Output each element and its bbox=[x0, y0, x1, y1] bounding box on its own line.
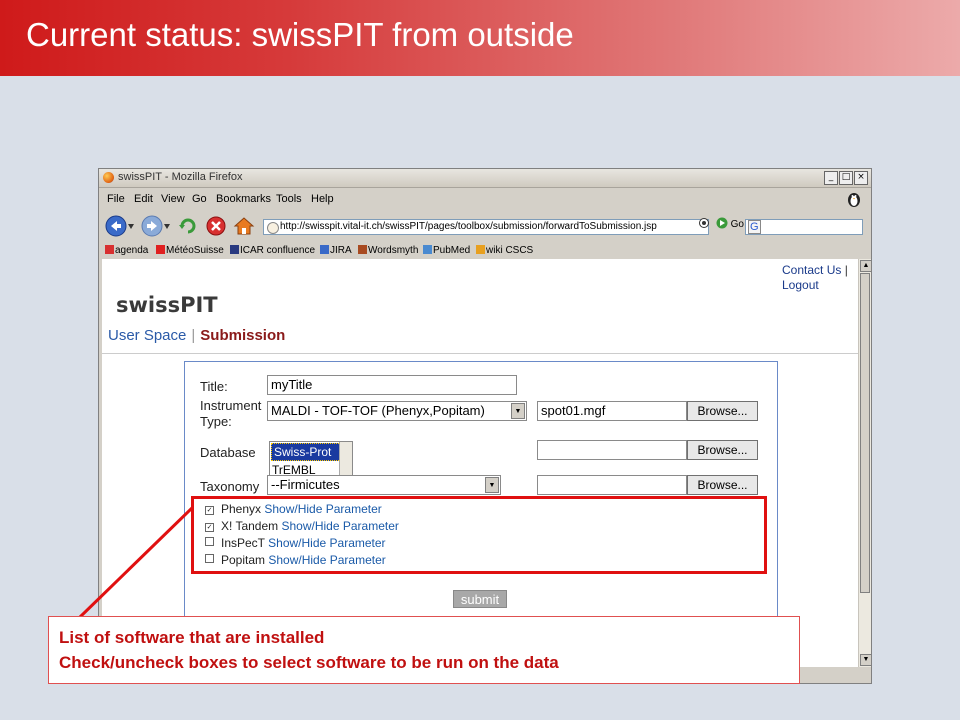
scroll-down-icon[interactable]: ▼ bbox=[860, 654, 871, 666]
slide-header: Current status: swissPIT from outside bbox=[0, 0, 960, 76]
database-label: Database bbox=[200, 445, 256, 460]
page-scrollbar[interactable]: ▲ ▼ bbox=[858, 259, 871, 667]
logout-link[interactable]: Logout bbox=[782, 278, 819, 292]
browser-window: swissPIT - Mozilla Firefox _ □ × File Ed… bbox=[98, 168, 872, 684]
stop-icon[interactable] bbox=[205, 215, 227, 237]
taxonomy-label: Taxonomy bbox=[200, 479, 260, 494]
chevron-down-icon: ▼ bbox=[485, 477, 499, 493]
menu-go[interactable]: Go bbox=[192, 193, 207, 205]
page-tabs: User Space | Submission bbox=[108, 327, 285, 344]
callout-text: List of software that are installed Chec… bbox=[59, 625, 559, 675]
instrument-select[interactable]: MALDI - TOF-TOF (Phenyx,Popitam) ▼ bbox=[267, 401, 527, 421]
icar-icon bbox=[230, 245, 239, 254]
window-title: swissPIT - Mozilla Firefox bbox=[118, 171, 243, 183]
file-input-3[interactable] bbox=[537, 475, 687, 495]
search-box[interactable]: G bbox=[745, 219, 863, 235]
back-icon[interactable] bbox=[105, 215, 127, 237]
go-button[interactable]: Go bbox=[699, 217, 744, 230]
scroll-thumb[interactable] bbox=[860, 273, 870, 593]
forward-icon[interactable] bbox=[141, 215, 163, 237]
menu-bookmarks[interactable]: Bookmarks bbox=[216, 193, 271, 205]
go-icon bbox=[699, 218, 709, 228]
bookmark-pubmed[interactable]: PubMed bbox=[423, 245, 470, 256]
callout-box: List of software that are installed Chec… bbox=[48, 616, 800, 684]
top-links-separator: | bbox=[844, 263, 848, 277]
title-label: Title: bbox=[200, 379, 228, 394]
bookmark-icar[interactable]: ICAR confluence bbox=[230, 245, 315, 256]
swiss-flag-icon bbox=[156, 245, 165, 254]
bookmark-jira[interactable]: JIRA bbox=[320, 245, 352, 256]
instrument-label-1: Instrument bbox=[200, 398, 262, 413]
database-listbox[interactable]: Swiss-Prot TrEMBL bbox=[269, 441, 353, 479]
menu-tools[interactable]: Tools bbox=[276, 193, 302, 205]
software-highlight-box bbox=[191, 496, 767, 574]
address-url: http://swisspit.vital-it.ch/swissPIT/pag… bbox=[280, 221, 657, 232]
address-bar[interactable]: http://swisspit.vital-it.ch/swissPIT/pag… bbox=[263, 219, 709, 235]
pubmed-icon bbox=[423, 245, 432, 254]
chevron-down-icon: ▼ bbox=[511, 403, 525, 419]
bookmark-meteosuisse[interactable]: MétéoSuisse bbox=[156, 245, 224, 256]
bookmark-wiki-cscs[interactable]: wiki CSCS bbox=[476, 245, 533, 256]
minimize-button[interactable]: _ bbox=[824, 171, 838, 185]
firefox-icon bbox=[103, 172, 114, 183]
back-dropdown-icon[interactable] bbox=[128, 224, 134, 229]
wordsmyth-icon bbox=[358, 245, 367, 254]
instrument-value: MALDI - TOF-TOF (Phenyx,Popitam) bbox=[271, 403, 485, 418]
title-input[interactable]: myTitle bbox=[267, 375, 517, 395]
taxonomy-select[interactable]: --Firmicutes ▼ bbox=[267, 475, 501, 495]
window-controls: _ □ × bbox=[824, 171, 868, 185]
site-brand: swissPIT bbox=[116, 293, 218, 317]
forward-dropdown-icon[interactable] bbox=[164, 224, 170, 229]
callout-line-1: List of software that are installed bbox=[59, 628, 325, 647]
reload-icon[interactable] bbox=[177, 215, 199, 237]
scroll-up-icon[interactable]: ▲ bbox=[860, 260, 871, 272]
penguin-icon bbox=[848, 193, 860, 207]
bookmark-agenda[interactable]: agenda bbox=[105, 245, 148, 256]
maximize-button[interactable]: □ bbox=[839, 171, 853, 185]
jira-icon bbox=[320, 245, 329, 254]
file-input-2[interactable] bbox=[537, 440, 687, 460]
menu-edit[interactable]: Edit bbox=[134, 193, 153, 205]
window-titlebar: swissPIT - Mozilla Firefox _ □ × bbox=[99, 169, 871, 188]
menu-help[interactable]: Help bbox=[311, 193, 334, 205]
tab-separator: | bbox=[191, 327, 196, 344]
menu-bar: File Edit View Go Bookmarks Tools Help bbox=[99, 188, 871, 210]
menu-view[interactable]: View bbox=[161, 193, 185, 205]
browse-button-1[interactable]: Browse... bbox=[687, 401, 758, 421]
submit-button[interactable]: submit bbox=[453, 590, 507, 608]
close-button[interactable]: × bbox=[854, 171, 868, 185]
search-engine-icon: G bbox=[748, 220, 761, 234]
taxonomy-value: --Firmicutes bbox=[271, 477, 340, 492]
go-label: Go bbox=[730, 219, 744, 230]
home-icon[interactable] bbox=[233, 215, 255, 237]
browse-button-3[interactable]: Browse... bbox=[687, 475, 758, 495]
instrument-label-2: Type: bbox=[200, 414, 232, 429]
browse-button-2[interactable]: Browse... bbox=[687, 440, 758, 460]
top-links: Contact Us | Logout bbox=[782, 263, 848, 293]
file-input-1[interactable]: spot01.mgf bbox=[537, 401, 687, 421]
callout-line-2: Check/uncheck boxes to select software t… bbox=[59, 653, 559, 672]
divider bbox=[102, 353, 858, 354]
tab-submission[interactable]: Submission bbox=[200, 327, 285, 344]
contact-us-link[interactable]: Contact Us bbox=[782, 263, 841, 277]
listbox-scrollbar[interactable] bbox=[339, 442, 352, 478]
page-icon bbox=[267, 222, 279, 234]
agenda-icon bbox=[105, 245, 114, 254]
bookmarks-toolbar: agenda MétéoSuisse ICAR confluence JIRA … bbox=[99, 243, 871, 259]
tab-user-space[interactable]: User Space bbox=[108, 327, 186, 344]
bookmark-wordsmyth[interactable]: Wordsmyth bbox=[358, 245, 418, 256]
menu-file[interactable]: File bbox=[107, 193, 125, 205]
page-content: Contact Us | Logout swissPIT User Space |… bbox=[102, 259, 858, 667]
slide-title: Current status: swissPIT from outside bbox=[26, 16, 574, 53]
wiki-icon bbox=[476, 245, 485, 254]
go-arrow-icon bbox=[716, 217, 728, 229]
